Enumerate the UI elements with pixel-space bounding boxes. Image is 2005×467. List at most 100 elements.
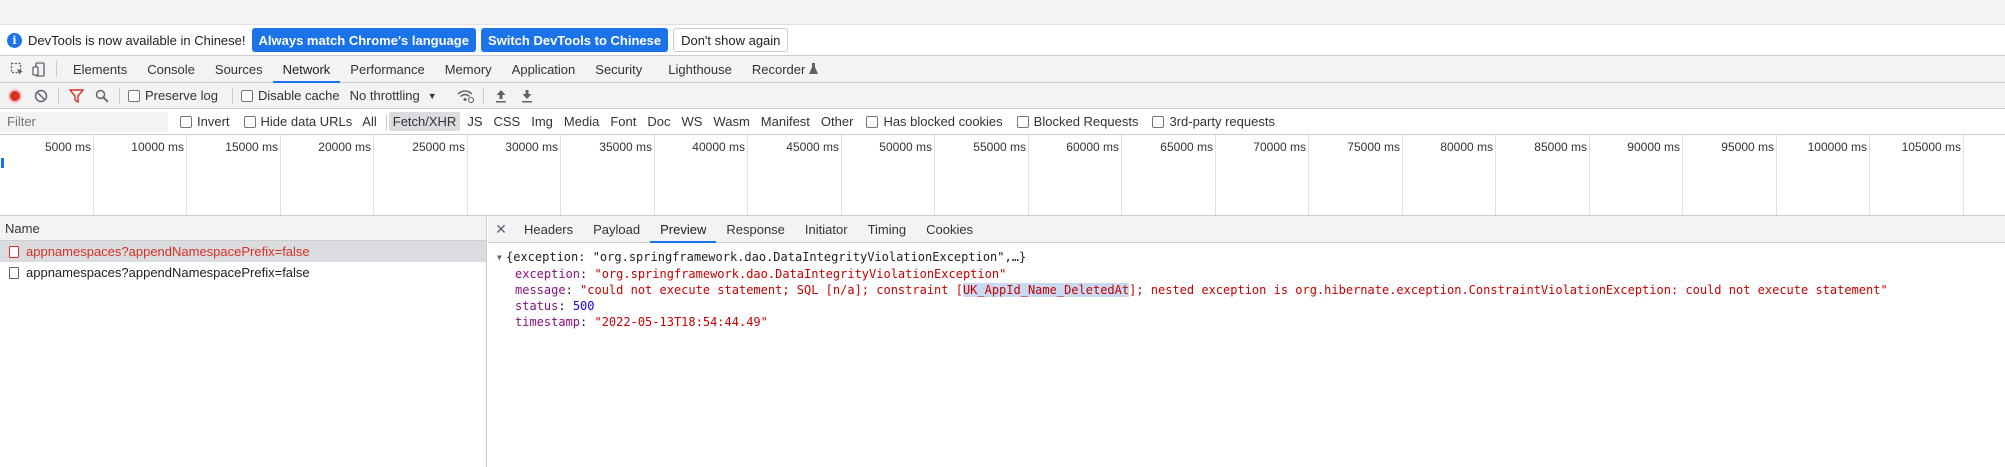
detail-tabbar: ✕ Headers Payload Preview Response Initi… [488, 216, 2005, 243]
record-button[interactable] [8, 88, 22, 103]
tab-network[interactable]: Network [272, 56, 341, 83]
filter-type-other[interactable]: Other [817, 112, 858, 131]
disable-cache-checkbox[interactable] [240, 89, 253, 102]
json-property-exception: exception: "org.springframework.dao.Data… [515, 267, 1007, 281]
json-key: status [515, 299, 559, 313]
toolbar-separator [119, 87, 120, 104]
hide-data-urls-label: Hide data URLs [260, 114, 353, 129]
filter-type-font[interactable]: Font [606, 112, 640, 131]
tab-recorder[interactable]: Recorder [742, 56, 807, 82]
close-detail-icon[interactable]: ✕ [488, 216, 514, 242]
filter-type-doc[interactable]: Doc [643, 112, 674, 131]
json-string-value: ]; nested exception is org.hibernate.exc… [1129, 283, 1888, 297]
always-match-language-button[interactable]: Always match Chrome's language [251, 28, 476, 52]
network-filter-bar: Invert Hide data URLs All Fetch/XHR JS C… [0, 109, 2005, 135]
tabbar-separator [56, 61, 57, 77]
device-toolbar-icon[interactable] [28, 56, 50, 82]
tab-preview[interactable]: Preview [650, 216, 717, 243]
inspect-element-icon[interactable] [6, 56, 28, 82]
filter-separator [385, 113, 387, 130]
tab-payload[interactable]: Payload [583, 216, 650, 242]
filter-type-media[interactable]: Media [560, 112, 603, 131]
tab-elements[interactable]: Elements [63, 56, 137, 82]
tab-timing[interactable]: Timing [858, 216, 917, 242]
network-conditions-wifi-icon[interactable] [453, 85, 479, 107]
toolbar-separator [482, 87, 484, 104]
third-party-requests-checkbox[interactable] [1152, 115, 1165, 128]
throttling-select[interactable]: No throttling ▼ [350, 88, 437, 103]
json-number-value: 500 [572, 299, 595, 313]
tab-security[interactable]: Security [585, 56, 652, 82]
export-har-icon[interactable] [514, 85, 540, 107]
language-infobar: i DevTools is now available in Chinese! … [0, 25, 2005, 56]
filter-type-js[interactable]: JS [463, 112, 486, 131]
dont-show-again-button[interactable]: Don't show again [673, 28, 789, 52]
search-icon[interactable] [89, 85, 115, 107]
json-property-message: message: "could not execute statement; S… [515, 283, 1888, 297]
document-file-icon [9, 266, 19, 279]
tab-sources[interactable]: Sources [205, 56, 273, 82]
dropdown-arrow-icon: ▼ [427, 90, 437, 101]
json-summary-text: {exception: "org.springframework.dao.Dat… [506, 250, 1027, 264]
toolbar-separator [58, 87, 59, 104]
json-key: message [515, 283, 566, 297]
import-har-icon[interactable] [488, 85, 514, 107]
info-icon: i [7, 32, 22, 48]
expand-triangle-icon[interactable]: ▼ [497, 250, 506, 266]
devtools-main-tabbar: Elements Console Sources Network Perform… [0, 56, 2005, 83]
request-row[interactable]: appnamespaces?appendNamespacePrefix=fals… [0, 262, 486, 283]
tab-memory[interactable]: Memory [435, 56, 502, 82]
third-party-requests-label: 3rd-party requests [1169, 114, 1275, 129]
request-detail-pane: ✕ Headers Payload Preview Response Initi… [488, 216, 2005, 467]
hide-data-urls-checkbox[interactable] [243, 115, 256, 128]
timeline-gridline [0, 135, 2005, 215]
tab-console[interactable]: Console [137, 56, 205, 82]
tab-response[interactable]: Response [716, 216, 795, 242]
highlighted-selection: UK_AppId_Name_DeletedAt [962, 283, 1130, 297]
tab-application[interactable]: Application [502, 56, 586, 82]
tab-performance[interactable]: Performance [340, 56, 434, 82]
infobar-message: DevTools is now available in Chinese! [28, 32, 246, 48]
json-string-value: "org.springframework.dao.DataIntegrityVi… [594, 267, 1007, 281]
has-blocked-cookies-checkbox[interactable] [866, 115, 879, 128]
switch-to-chinese-button[interactable]: Switch DevTools to Chinese [480, 28, 669, 52]
tab-cookies[interactable]: Cookies [916, 216, 983, 242]
toolbar-separator [231, 87, 233, 104]
browser-top-strip [0, 0, 2005, 25]
filter-type-all[interactable]: All [358, 112, 380, 131]
invert-checkbox[interactable] [180, 115, 192, 128]
blocked-requests-checkbox[interactable] [1016, 115, 1029, 128]
json-property-timestamp: timestamp: "2022-05-13T18:54:44.49" [515, 315, 768, 329]
request-name: appnamespaces?appendNamespacePrefix=fals… [26, 244, 310, 259]
network-toolbar: Preserve log Disable cache No throttling… [0, 83, 2005, 109]
invert-label: Invert [197, 114, 230, 129]
json-key: exception [515, 267, 581, 281]
preserve-log-checkbox[interactable] [128, 89, 140, 102]
requests-list-pane: Name appnamespaces?appendNamespacePrefix… [0, 216, 487, 467]
disable-cache-label: Disable cache [257, 88, 340, 103]
throttling-value: No throttling [349, 88, 420, 103]
tab-headers[interactable]: Headers [514, 216, 583, 242]
request-row[interactable]: appnamespaces?appendNamespacePrefix=fals… [0, 241, 486, 262]
tab-lighthouse[interactable]: Lighthouse [652, 56, 742, 82]
filter-type-img[interactable]: Img [527, 112, 557, 131]
filter-funnel-icon[interactable] [63, 85, 89, 107]
filter-input[interactable] [0, 111, 168, 132]
filter-type-ws[interactable]: WS [677, 112, 706, 131]
json-string-value: "could not execute statement; SQL [n/a];… [580, 283, 963, 297]
json-key: timestamp [515, 315, 581, 329]
filter-type-wasm[interactable]: Wasm [709, 112, 753, 131]
name-column-header[interactable]: Name [0, 216, 486, 241]
json-preview: ▼ {exception: "org.springframework.dao.Da… [488, 243, 2005, 330]
has-blocked-cookies-label: Has blocked cookies [883, 114, 1003, 129]
filter-type-manifest[interactable]: Manifest [757, 112, 814, 131]
request-name: appnamespaces?appendNamespacePrefix=fals… [26, 265, 310, 280]
network-overview-timeline[interactable]: 5000 ms 10000 ms 15000 ms 20000 ms 25000 ms 3… [0, 135, 2005, 216]
filter-type-css[interactable]: CSS [490, 112, 525, 131]
filter-type-fetch-xhr[interactable]: Fetch/XHR [388, 112, 461, 131]
clear-icon[interactable] [28, 85, 54, 107]
tab-initiator[interactable]: Initiator [795, 216, 858, 242]
preserve-log-label: Preserve log [145, 88, 218, 103]
json-root-summary[interactable]: ▼ {exception: "org.springframework.dao.Da… [497, 249, 2005, 266]
document-file-icon [9, 245, 19, 258]
